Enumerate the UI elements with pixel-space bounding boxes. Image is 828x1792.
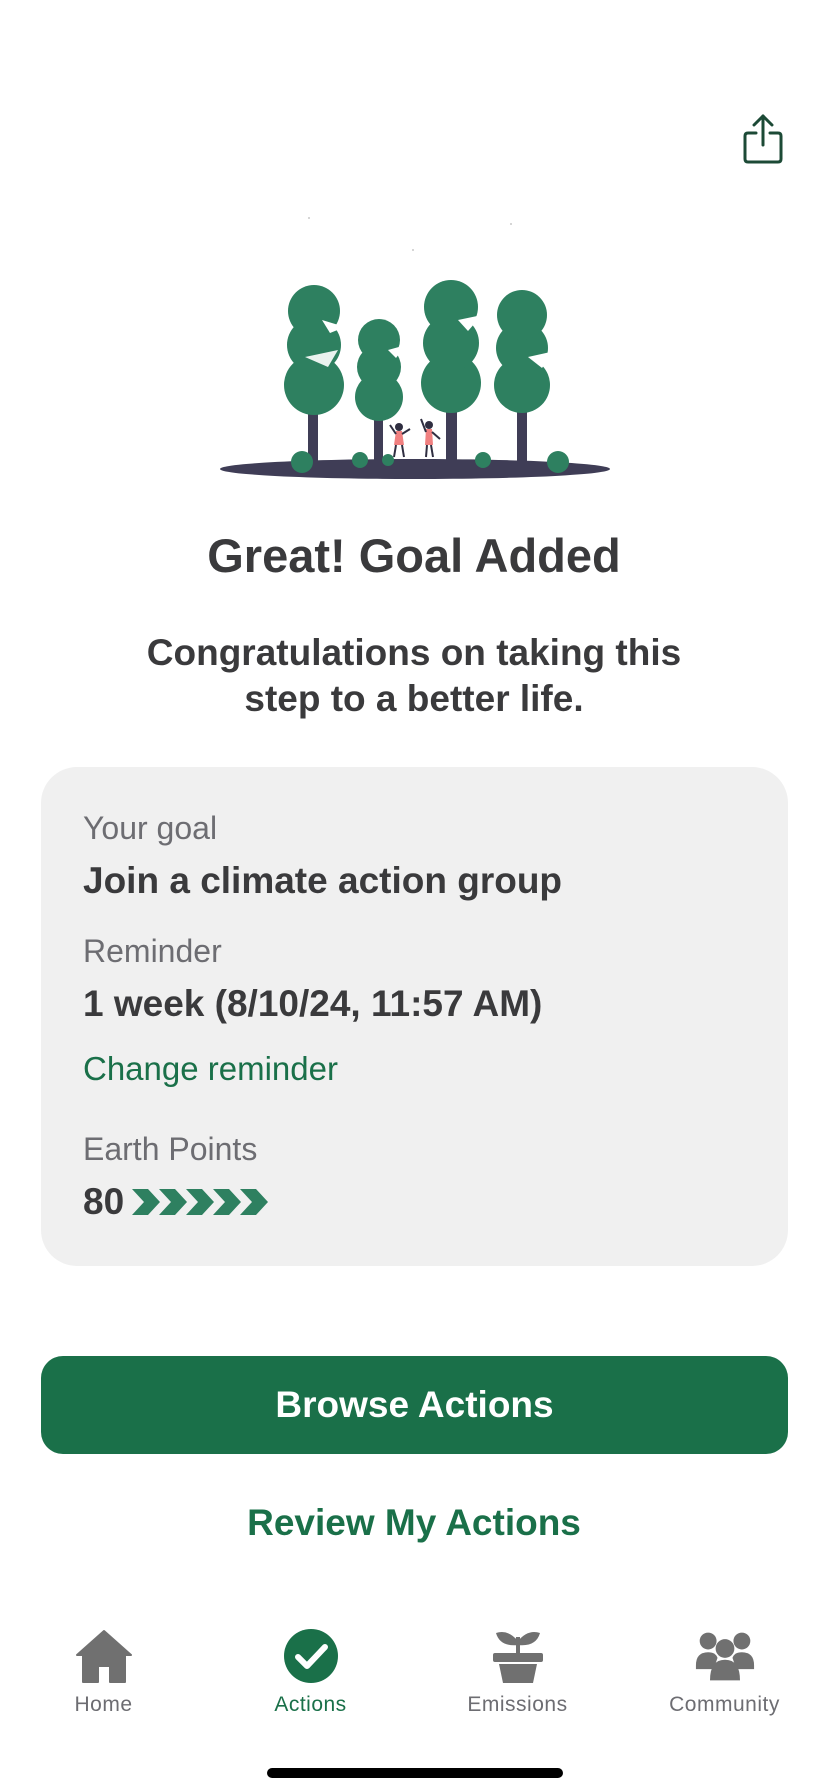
tab-emissions-label: Emissions (467, 1693, 568, 1716)
house-icon (75, 1630, 132, 1683)
tab-community[interactable]: Community (621, 1625, 828, 1735)
reminder-value: 1 week (8/10/24, 11:57 AM) (83, 983, 543, 1024)
reminder-label: Reminder (83, 933, 222, 969)
tab-home-label: Home (74, 1693, 133, 1716)
review-my-actions-link[interactable]: Review My Actions (0, 1502, 828, 1544)
page-subtitle: Congratulations on taking this step to a… (146, 632, 682, 719)
share-icon (743, 114, 783, 164)
earth-points-chevrons-icon (132, 1189, 269, 1215)
goal-added-screen: Great! Goal Added Congratulations on tak… (0, 0, 828, 1792)
goal-value: Join a climate action group (83, 860, 563, 901)
browse-actions-button[interactable]: Browse Actions (41, 1356, 788, 1454)
tab-emissions[interactable]: Emissions (414, 1625, 621, 1735)
earth-points-label: Earth Points (83, 1131, 258, 1167)
goal-summary-card: Your goal Join a climate action group Re… (41, 767, 788, 1266)
trees-celebration-illustration (210, 205, 620, 485)
bottom-tab-bar: Home Actions Emissions Community (0, 1625, 828, 1735)
earth-points-row: 80 (83, 1180, 269, 1224)
tab-community-label: Community (669, 1693, 780, 1716)
people-group-icon (695, 1632, 754, 1681)
tab-actions[interactable]: Actions (207, 1625, 414, 1735)
earth-points-value: 80 (83, 1181, 125, 1222)
sprout-pot-icon (492, 1632, 543, 1683)
checkmark-circle-icon (283, 1629, 338, 1683)
home-indicator[interactable] (267, 1768, 563, 1778)
share-button[interactable] (737, 110, 789, 168)
goal-label: Your goal (83, 810, 218, 846)
tab-home[interactable]: Home (0, 1625, 207, 1735)
change-reminder-link[interactable]: Change reminder (83, 1050, 338, 1088)
tab-actions-label: Actions (274, 1693, 347, 1716)
page-title: Great! Goal Added (207, 529, 621, 582)
